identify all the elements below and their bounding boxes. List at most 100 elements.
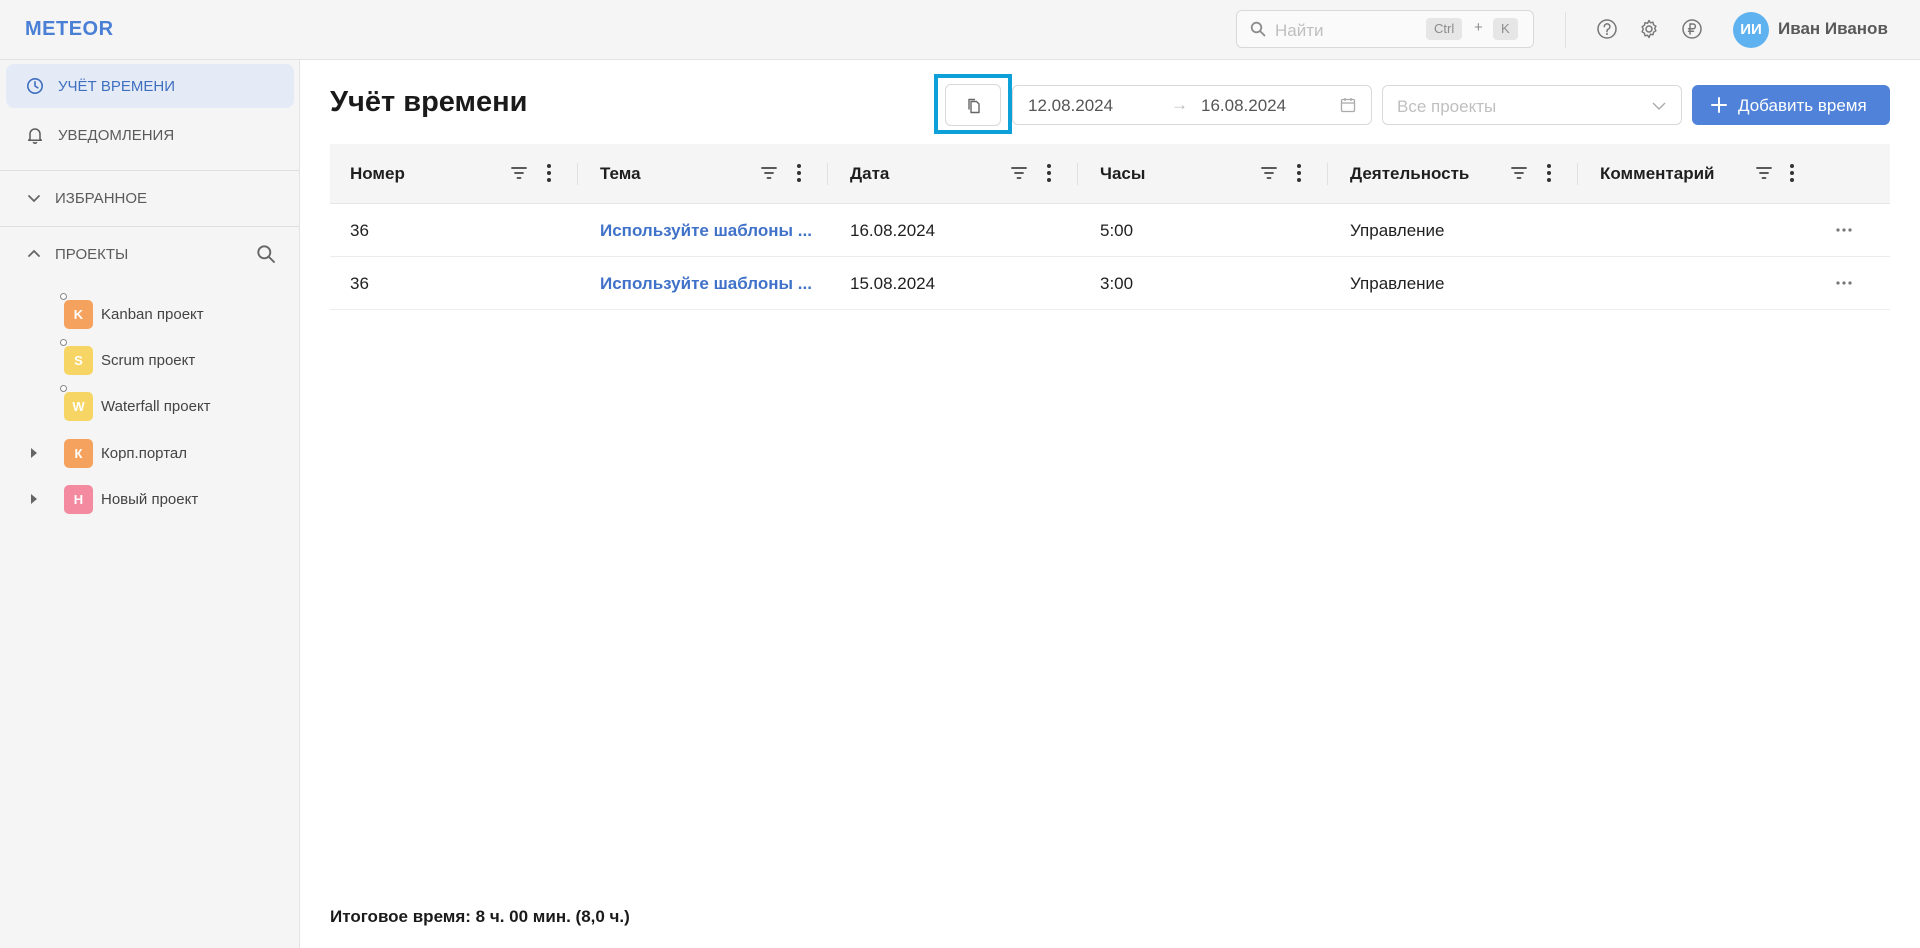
cell-hours: 3:00 <box>1100 274 1134 293</box>
cell-topic-link[interactable]: Используйте шаблоны ... <box>600 221 812 241</box>
copy-icon <box>968 98 980 114</box>
date-arrow: → <box>1171 95 1188 114</box>
status-dot <box>60 293 67 300</box>
sidebar-project-waterfall[interactable]: W Waterfall проект <box>0 385 299 426</box>
projects-select[interactable]: Все проекты <box>1382 85 1682 125</box>
column-header-hours[interactable]: Часы <box>1080 144 1330 204</box>
column-header-date[interactable]: Дата <box>830 144 1080 204</box>
projects-label: ПРОЕКТЫ <box>55 246 129 263</box>
total-time-summary: Итоговое время: 8 ч. 00 мин. (8,0 ч.) <box>330 907 630 926</box>
sidebar-project-kanban[interactable]: K Kanban проект <box>0 293 299 334</box>
help-icon[interactable] <box>1596 18 1618 40</box>
column-label: Деятельность <box>1350 164 1470 183</box>
filter-icon[interactable] <box>1755 164 1773 182</box>
add-time-label: Добавить время <box>1738 96 1867 115</box>
sidebar-project-scrum[interactable]: S Scrum проект <box>0 339 299 380</box>
add-time-button[interactable]: Добавить время <box>1692 85 1890 125</box>
more-vertical-icon[interactable] <box>1546 163 1552 183</box>
cell-activity: Управление <box>1350 221 1445 240</box>
cell-hours: 5:00 <box>1100 221 1134 240</box>
copy-button[interactable] <box>945 84 1001 126</box>
search-icon[interactable] <box>256 244 276 264</box>
filter-icon[interactable] <box>510 164 528 182</box>
sidebar-project-corp-portal[interactable]: К Корп.портал <box>0 433 299 473</box>
column-label: Дата <box>850 164 890 183</box>
column-header-topic[interactable]: Тема <box>580 144 830 204</box>
filter-icon[interactable] <box>1510 164 1528 182</box>
column-label: Часы <box>1100 164 1146 183</box>
top-bar: METEOR Найти Ctrl + K ИИ Иван Иванов <box>0 0 1920 60</box>
project-name: Новый проект <box>101 491 199 508</box>
projects-section-toggle[interactable]: ПРОЕКТЫ <box>0 234 299 274</box>
filter-icon[interactable] <box>1010 164 1028 182</box>
search-input[interactable]: Найти Ctrl + K <box>1236 10 1534 48</box>
project-name: Корп.портал <box>101 445 187 462</box>
column-header-comment[interactable]: Комментарий <box>1580 144 1890 204</box>
status-dot <box>60 385 67 392</box>
column-divider[interactable] <box>577 163 578 185</box>
filter-icon[interactable] <box>760 164 778 182</box>
column-divider[interactable] <box>827 163 828 185</box>
avatar[interactable]: ИИ <box>1733 12 1769 48</box>
column-header-number[interactable]: Номер <box>330 144 580 204</box>
sidebar-item-label: УЧЁТ ВРЕМЕНИ <box>58 78 175 95</box>
header-divider <box>1565 12 1566 48</box>
column-divider[interactable] <box>1327 163 1328 185</box>
ruble-icon[interactable] <box>1681 18 1703 40</box>
search-placeholder: Найти <box>1275 21 1324 40</box>
page-title: Учёт времени <box>330 86 528 118</box>
expand-caret-icon[interactable] <box>31 494 37 504</box>
chevron-down-icon <box>28 195 40 203</box>
project-name: Kanban проект <box>101 306 204 323</box>
project-badge: K <box>64 300 93 329</box>
sidebar-project-new[interactable]: Н Новый проект <box>0 479 299 519</box>
chevron-down-icon <box>1652 102 1666 110</box>
table-row[interactable]: 36 Используйте шаблоны ... 15.08.2024 3:… <box>330 257 1890 310</box>
favorites-label: ИЗБРАННОЕ <box>55 190 148 207</box>
table-row[interactable]: 36 Используйте шаблоны ... 16.08.2024 5:… <box>330 204 1890 257</box>
sidebar-divider <box>0 226 299 227</box>
more-vertical-icon[interactable] <box>546 163 552 183</box>
date-range-picker[interactable]: 12.08.2024 → 16.08.2024 <box>1012 85 1372 125</box>
sidebar-item-time-tracking[interactable]: УЧЁТ ВРЕМЕНИ <box>6 64 294 108</box>
more-vertical-icon[interactable] <box>1046 163 1052 183</box>
app-logo[interactable]: METEOR <box>25 18 114 41</box>
sidebar-item-label: УВЕДОМЛЕНИЯ <box>58 127 175 144</box>
column-divider[interactable] <box>1577 163 1578 185</box>
filter-icon[interactable] <box>1260 164 1278 182</box>
more-vertical-icon[interactable] <box>1296 163 1302 183</box>
favorites-section-toggle[interactable]: ИЗБРАННОЕ <box>0 178 299 218</box>
cell-date: 15.08.2024 <box>850 274 936 293</box>
sidebar-item-notifications[interactable]: УВЕДОМЛЕНИЯ <box>6 113 294 157</box>
column-label: Номер <box>350 164 405 183</box>
project-name: Waterfall проект <box>101 398 211 415</box>
shortcut-k-key: K <box>1493 18 1518 40</box>
more-vertical-icon[interactable] <box>1789 163 1795 183</box>
column-divider[interactable] <box>1077 163 1078 185</box>
shortcut-plus: + <box>1474 19 1483 36</box>
user-name[interactable]: Иван Иванов <box>1778 19 1888 39</box>
clock-icon <box>27 78 43 94</box>
projects-select-placeholder: Все проекты <box>1397 97 1497 116</box>
gear-icon[interactable] <box>1638 18 1660 40</box>
status-dot <box>60 339 67 346</box>
project-badge: W <box>64 392 93 421</box>
date-from[interactable]: 12.08.2024 <box>1028 96 1113 116</box>
column-label: Комментарий <box>1600 164 1715 183</box>
cell-activity: Управление <box>1350 274 1445 293</box>
sidebar-divider <box>0 170 299 171</box>
project-badge: К <box>64 439 93 468</box>
calendar-icon <box>1340 98 1356 113</box>
date-to[interactable]: 16.08.2024 <box>1201 96 1286 116</box>
project-name: Scrum проект <box>101 352 196 369</box>
more-vertical-icon[interactable] <box>796 163 802 183</box>
cell-topic-link[interactable]: Используйте шаблоны ... <box>600 274 812 294</box>
more-horizontal-icon[interactable] <box>1835 280 1853 286</box>
column-header-activity[interactable]: Деятельность <box>1330 144 1580 204</box>
more-horizontal-icon[interactable] <box>1835 227 1853 233</box>
cell-date: 16.08.2024 <box>850 221 936 240</box>
expand-caret-icon[interactable] <box>31 448 37 458</box>
cell-number: 36 <box>350 221 369 240</box>
shortcut-ctrl-key: Ctrl <box>1426 18 1463 40</box>
project-badge: S <box>64 346 93 375</box>
